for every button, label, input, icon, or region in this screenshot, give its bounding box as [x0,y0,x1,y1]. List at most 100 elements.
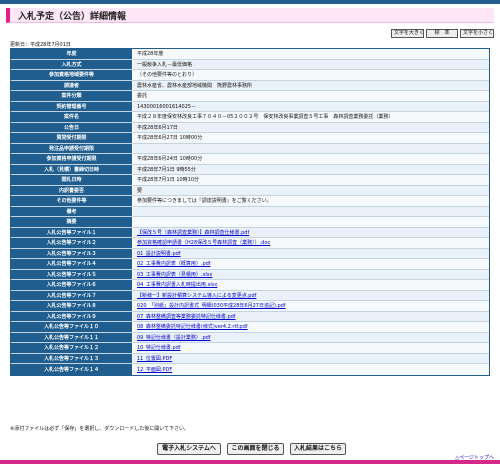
row-value: 01_設計説明書.pdf [133,248,489,258]
table-row: 公告日 平成28年6月17日 [11,122,489,133]
row-label: 入札公告等ファイル４ [11,259,133,269]
table-row: 入札公告等ファイル１２ 10_特記仕様書.pdf [11,343,489,354]
font-larger-button[interactable]: 文字を大きく [391,29,424,38]
table-row: 入札公告等ファイル５ 03_工事費内訳表（見積用）.xlsx [11,269,489,280]
attachment-link[interactable]: 10_特記仕様書.pdf [137,344,181,351]
row-value: 020_「別紙」設計内訳書式_明細(030平成28年6月27日追記).pdf [133,301,489,311]
row-label: 入札公告等ファイル５ [11,269,133,279]
table-row: 入札公告等ファイル１ 【保改５号（森林調査業務）】森林調査仕様書.pdf [11,227,489,238]
page-title-bar: 入札予定（公告）詳細情報 [6,8,494,23]
row-label: 入札公告等ファイル１ [11,227,133,237]
row-value: 参加資格確認申請書（H28保改５号森林調査（業務））.doc [133,238,489,248]
row-value: 一般競争入札－最低価格 [133,59,489,69]
row-label: 入札公告等ファイル９ [11,311,133,321]
row-value: 03_工事費内訳表（見積用）.xlsx [133,269,489,279]
table-row: 入札公告等ファイル６ 04_工事費内訳書入札時提出用.xlsx [11,280,489,291]
row-label: 案件分類 [11,91,133,101]
row-label: 入札公告等ファイル１２ [11,343,133,353]
row-label: 入札方式 [11,59,133,69]
table-row: 入札公告等ファイル４ 02_工事費内訳表（概算用）.pdf [11,259,489,270]
row-label: 入札公告等ファイル８ [11,301,133,311]
row-label: 発注品申請受付期限 [11,143,133,153]
attachment-link[interactable]: 11_位置図.PDF [137,355,172,362]
row-label: 入札公告等ファイル１１ [11,332,133,342]
table-row: 案件分類 委託 [11,91,489,102]
attachment-link[interactable]: 09_特記仕様書（設計業務）.pdf [137,334,211,341]
row-value: 平成28年6月17日 [133,122,489,132]
attachment-link[interactable]: 08_森林整備委託特記仕様書(様式)ver4.2.rtf.pdf [137,323,248,330]
font-smaller-button[interactable]: 文字を小さく [460,29,494,38]
close-window-button[interactable]: この画面を閉じる [227,443,284,455]
row-label: 参加資格申請受付期限 [11,154,133,164]
bottom-bar [0,460,500,464]
attachment-link[interactable]: 【保改５号（森林調査業務）】森林調査仕様書.pdf [137,229,249,236]
row-value [133,206,489,216]
font-standard-button[interactable]: 標 準 [426,29,458,38]
row-label: 公告日 [11,122,133,132]
table-row: 入札公告等ファイル８ 020_「別紙」設計内訳書式_明細(030平成28年6月27… [11,301,489,312]
table-row: 入札方式 一般競争入札－最低価格 [11,59,489,70]
table-row: 内訳書要否要 [11,185,489,196]
table-row: 備考 [11,206,489,217]
row-value: 02_工事費内訳表（概算用）.pdf [133,259,489,269]
row-label: 入札公告等ファイル７ [11,290,133,300]
row-value: 平成28年7月1日 9時55分 [133,164,489,174]
table-row: 質問受付期限 平成28年6月27日 10時00分 [11,133,489,144]
attachment-link[interactable]: 020_「別紙」設計内訳書式_明細(030平成28年6月27日追記).pdf [137,302,286,309]
updated-date: 更新日：平成28年7月01日 [10,42,71,48]
attachment-link[interactable]: 04_工事費内訳書入札時提出用.xlsx [137,281,217,288]
row-label: 入札公告等ファイル１３ [11,353,133,363]
table-row: 調達者 農林水産省、農林水産部地域機関 熊野農林事務所 [11,80,489,91]
row-label: 備考 [11,206,133,216]
row-label: 内訳書要否 [11,185,133,195]
attachment-link[interactable]: 03_工事費内訳表（見積用）.xlsx [137,271,212,278]
bid-results-button[interactable]: 入札結果はこちら [290,443,346,455]
row-value [133,143,489,153]
row-value: 平成28年7月1日 10時10分 [133,175,489,185]
row-value: 14300016001614025－ [133,101,489,111]
row-label: 摘要 [11,217,133,227]
table-row: 参加資格申請受付期限 平成28年6月24日 10時00分 [11,154,489,165]
table-row: 摘要 [11,217,489,228]
attachment-link[interactable]: 07_森林整備調査等業務委託特記仕様書.pdf [137,313,236,320]
table-row: 入札公告等ファイル１０ 08_森林整備委託特記仕様書(様式)ver4.2.rtf.… [11,322,489,333]
row-label: 参加資格地域要件等 [11,70,133,80]
row-label: その他要件等 [11,196,133,206]
table-row: 年度 平成28年度 [11,49,489,60]
row-label: 入札公告等ファイル３ [11,248,133,258]
row-label: 入札公告等ファイル１４ [11,364,133,375]
table-row: 入札公告等ファイル１４ 12_平面図.PDF [11,364,489,375]
row-label: 年度 [11,49,133,59]
row-value: 09_特記仕様書（設計業務）.pdf [133,332,489,342]
row-label: 入札（見積）書締切日時 [11,164,133,174]
row-value: 【保改５号（森林調査業務）】森林調査仕様書.pdf [133,227,489,237]
table-row: 入札公告等ファイル９ 07_森林整備調査等業務委託特記仕様書.pdf [11,311,489,322]
table-row: その他要件等 参加要件等につきましては『調達説明書』をご覧ください。 [11,196,489,207]
table-row: 入札公告等ファイル３ 01_設計説明書.pdf [11,248,489,259]
row-label: 調達者 [11,80,133,90]
row-value: 04_工事費内訳書入札時提出用.xlsx [133,280,489,290]
row-value: 11_位置図.PDF [133,353,489,363]
attachment-link[interactable]: 【新様一】新設計積算システム導入による変更点.pdf [137,292,256,299]
attachment-link[interactable]: 12_平面図.PDF [137,366,172,373]
row-value: 平成28年6月24日 10時00分 [133,154,489,164]
row-value: 12_平面図.PDF [133,364,489,375]
e-bidding-system-button[interactable]: 電子入札システムへ [157,443,221,455]
table-row: 入札公告等ファイル７ 【新様一】新設計積算システム導入による変更点.pdf [11,290,489,301]
attachment-link[interactable]: 参加資格確認申請書（H28保改５号森林調査（業務））.doc [137,239,270,246]
table-row: 開札日時 平成28年7月1日 10時10分 [11,175,489,186]
row-label: 入札公告等ファイル２ [11,238,133,248]
row-label: 開札日時 [11,175,133,185]
table-row: 入札公告等ファイル１３ 11_位置図.PDF [11,353,489,364]
attachment-link[interactable]: 01_設計説明書.pdf [137,250,181,257]
row-label: 入札公告等ファイル６ [11,280,133,290]
attachment-link[interactable]: 02_工事費内訳表（概算用）.pdf [137,260,211,267]
row-label: 案件名 [11,112,133,122]
table-row: 入札（見積）書締切日時 平成28年7月1日 9時55分 [11,164,489,175]
row-value: 07_森林整備調査等業務委託特記仕様書.pdf [133,311,489,321]
row-value: 委託 [133,91,489,101]
row-label: 質問受付期限 [11,133,133,143]
table-row: 入札公告等ファイル２ 参加資格確認申請書（H28保改５号森林調査（業務））.doc [11,238,489,249]
top-bar [0,0,500,4]
row-label: 契約管理番号 [11,101,133,111]
